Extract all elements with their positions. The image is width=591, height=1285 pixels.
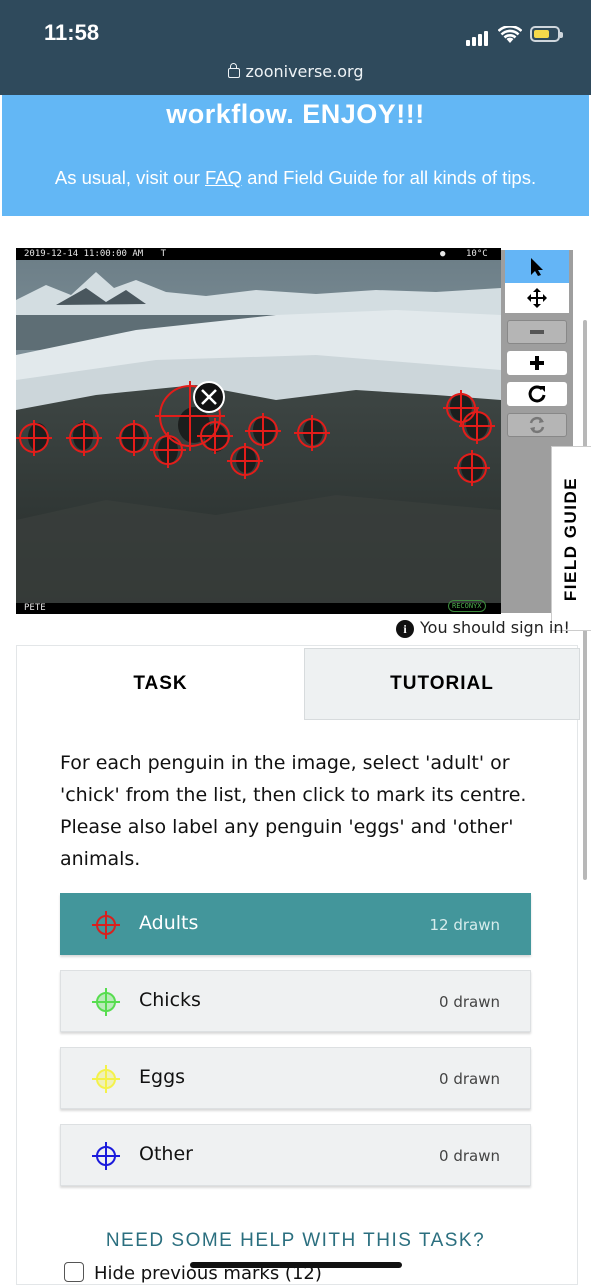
zoom-out-button[interactable]	[507, 320, 567, 344]
camera-site: PETE	[24, 603, 46, 613]
adult-marker[interactable]	[454, 450, 490, 486]
option-count: 12 drawn	[429, 916, 500, 934]
adult-marker[interactable]	[294, 415, 330, 451]
banner-text: and Field Guide for all kinds of tips.	[242, 167, 537, 188]
hide-marks-checkbox[interactable]	[64, 1262, 84, 1282]
adult-marker[interactable]	[245, 413, 281, 449]
camera-footer-strip: PETE RECONYX	[16, 600, 501, 614]
banner-text: As usual, visit our	[54, 167, 205, 188]
adult-marker[interactable]	[197, 418, 233, 454]
adult-marker[interactable]	[459, 408, 495, 444]
pointer-tool-button[interactable]	[505, 250, 569, 283]
pan-tool-button[interactable]	[505, 283, 569, 313]
option-count: 0 drawn	[439, 1147, 500, 1165]
option-label: Other	[139, 1143, 193, 1165]
task-instructions: For each penguin in the image, select 'a…	[60, 752, 527, 870]
option-count: 0 drawn	[439, 1070, 500, 1088]
subject-image-viewer[interactable]: 2019-12-14 11:00:00 AM T ● 10°C PETE REC…	[16, 248, 501, 614]
adult-marker[interactable]	[66, 420, 102, 456]
announcement-banner: workflow. ENJOY!!! As usual, visit our F…	[2, 95, 589, 216]
option-other[interactable]: Other 0 drawn	[60, 1124, 531, 1186]
rotate-icon	[528, 385, 546, 403]
delete-mark-icon[interactable]	[193, 381, 225, 413]
clock: 11:58	[44, 20, 100, 45]
plus-icon	[530, 356, 544, 370]
url-bar[interactable]: zooniverse.org	[0, 62, 591, 81]
minus-icon	[530, 330, 544, 334]
url-text: zooniverse.org	[245, 62, 364, 81]
cursor-arrow-icon	[531, 257, 543, 276]
camera-brand-logo: RECONYX	[448, 600, 486, 612]
camera-flag: T	[160, 249, 167, 259]
crosshair-icon	[92, 1065, 120, 1093]
field-guide-text: FIELD GUIDE	[561, 476, 581, 601]
wifi-icon	[498, 26, 522, 43]
rotate-button[interactable]	[507, 382, 567, 406]
faq-link[interactable]: FAQ	[205, 167, 242, 188]
option-label: Adults	[139, 912, 199, 934]
crosshair-icon	[92, 988, 120, 1016]
banner-subtext: As usual, visit our FAQ and Field Guide …	[2, 167, 589, 189]
task-help-link[interactable]: NEED SOME HELP WITH THIS TASK?	[0, 1230, 591, 1252]
battery-icon	[530, 26, 563, 42]
adult-markers-layer[interactable]	[16, 260, 501, 603]
crosshair-icon	[92, 911, 120, 939]
reset-view-button[interactable]	[507, 413, 567, 437]
home-indicator	[190, 1262, 402, 1268]
option-label: Chicks	[139, 989, 201, 1011]
lock-icon	[227, 63, 240, 78]
option-label: Eggs	[139, 1066, 186, 1088]
task-panel	[16, 645, 578, 1285]
adult-marker[interactable]	[227, 443, 263, 479]
info-icon: i	[396, 620, 414, 638]
sign-in-text: You should sign in!	[420, 618, 570, 637]
camera-header-strip: 2019-12-14 11:00:00 AM T ● 10°C	[16, 248, 501, 260]
refresh-icon	[529, 416, 545, 434]
option-eggs[interactable]: Eggs 0 drawn	[60, 1047, 531, 1109]
adult-marker[interactable]	[116, 420, 152, 456]
camera-temperature: 10°C	[466, 249, 488, 259]
adult-marker[interactable]	[443, 390, 479, 426]
crosshair-icon	[92, 1142, 120, 1170]
option-adults[interactable]: Adults 12 drawn	[60, 893, 531, 955]
move-arrows-icon	[527, 288, 547, 308]
moon-icon: ●	[440, 249, 446, 259]
tab-tutorial[interactable]: TUTORIAL	[304, 648, 580, 720]
field-guide-tab-label[interactable]: FIELD GUIDE	[551, 446, 591, 631]
zoom-in-button[interactable]	[507, 351, 567, 375]
sign-in-notice[interactable]: i You should sign in!	[396, 618, 570, 638]
camera-datetime: 2019-12-14 11:00:00 AM	[24, 249, 144, 259]
option-count: 0 drawn	[439, 993, 500, 1011]
banner-headline: workflow. ENJOY!!!	[166, 99, 425, 129]
option-chicks[interactable]: Chicks 0 drawn	[60, 970, 531, 1032]
status-bar: 11:58 zooniverse.org	[0, 0, 591, 95]
tab-task[interactable]: TASK	[17, 648, 304, 720]
marker-group[interactable]	[16, 381, 495, 486]
signal-icon	[466, 27, 490, 46]
adult-marker[interactable]	[16, 420, 52, 456]
